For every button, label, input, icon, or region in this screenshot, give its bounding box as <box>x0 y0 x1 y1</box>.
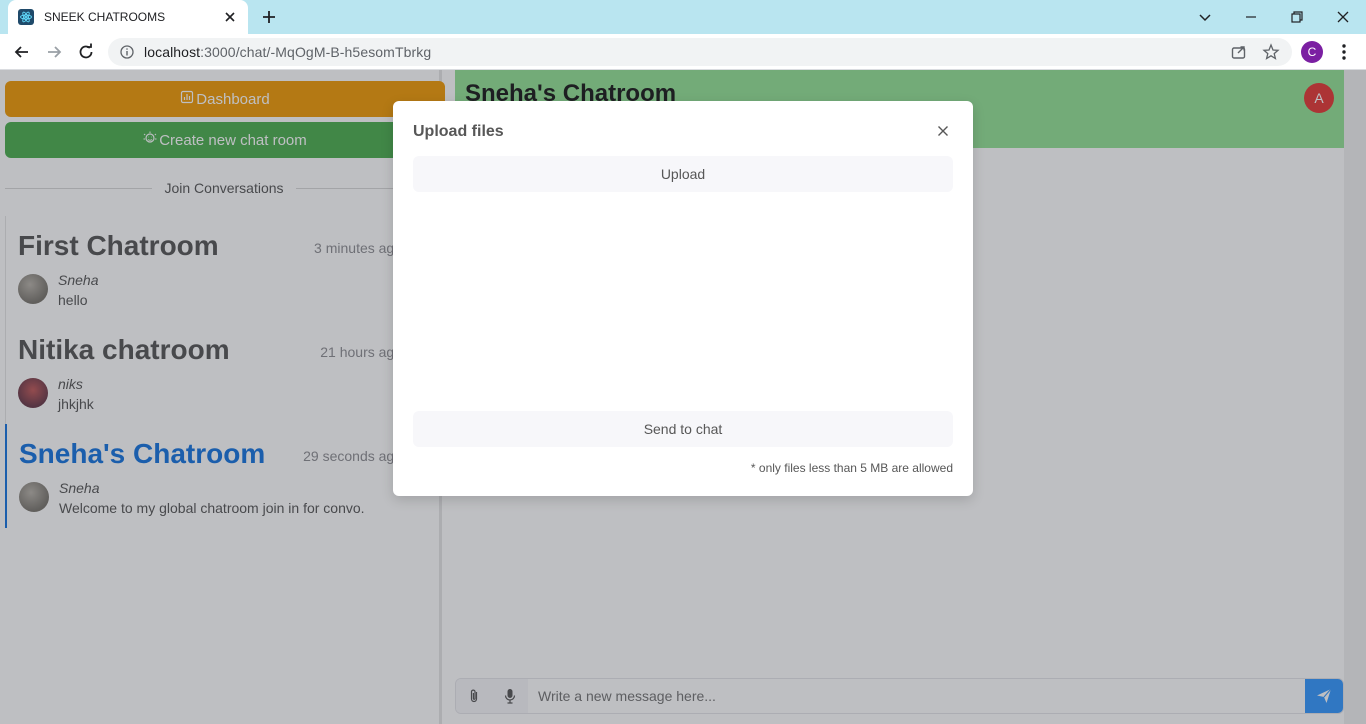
bookmark-star-icon[interactable] <box>1262 43 1280 61</box>
share-icon[interactable] <box>1230 43 1248 61</box>
close-window-icon[interactable] <box>1331 5 1355 29</box>
profile-avatar[interactable]: C <box>1301 41 1323 63</box>
file-list-area <box>413 201 953 401</box>
back-icon[interactable] <box>12 42 32 62</box>
tab-close-icon[interactable] <box>222 9 238 25</box>
send-to-chat-button[interactable]: Send to chat <box>413 411 953 447</box>
address-bar[interactable]: localhost:3000/chat/-MqOgM-B-h5esomTbrkg <box>108 38 1292 66</box>
reload-icon[interactable] <box>76 42 96 62</box>
browser-menu-icon[interactable] <box>1336 42 1352 62</box>
forward-icon[interactable] <box>44 42 64 62</box>
browser-tab[interactable]: SNEEK CHATROOMS <box>8 0 248 34</box>
new-tab-icon[interactable] <box>258 6 280 28</box>
close-icon[interactable] <box>935 123 951 139</box>
url-text: localhost:3000/chat/-MqOgM-B-h5esomTbrkg <box>144 44 431 60</box>
upload-button[interactable]: Upload <box>413 156 953 192</box>
upload-files-modal: Upload files Upload Send to chat * only … <box>393 101 973 496</box>
site-info-icon[interactable] <box>120 45 134 59</box>
browser-tabstrip: SNEEK CHATROOMS <box>0 0 1366 34</box>
modal-title: Upload files <box>413 123 504 140</box>
url-host: localhost <box>144 44 201 60</box>
url-path: :3000/chat/-MqOgM-B-h5esomTbrkg <box>200 44 432 60</box>
restore-icon[interactable] <box>1285 5 1309 29</box>
react-icon <box>18 9 34 25</box>
tab-search-icon[interactable] <box>1193 5 1217 29</box>
minimize-icon[interactable] <box>1239 5 1263 29</box>
tab-title: SNEEK CHATROOMS <box>44 10 166 24</box>
browser-toolbar: localhost:3000/chat/-MqOgM-B-h5esomTbrkg… <box>0 34 1366 70</box>
file-size-note: * only files less than 5 MB are allowed <box>750 461 953 475</box>
